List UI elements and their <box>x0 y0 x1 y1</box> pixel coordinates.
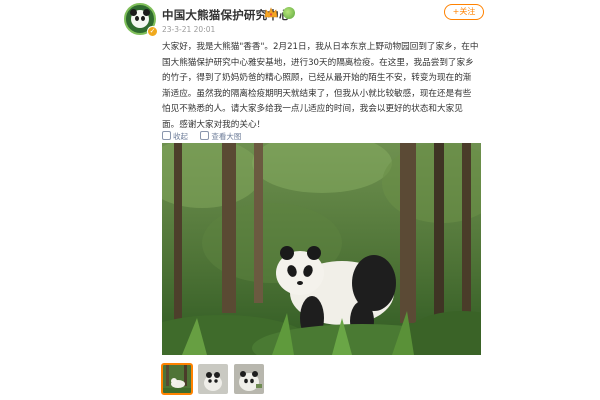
thumbnail-1[interactable] <box>161 363 193 395</box>
left-gutter <box>0 0 114 400</box>
image-actions: 收起 查看大图 <box>162 131 251 142</box>
thumbnail-2[interactable] <box>198 364 228 394</box>
panda-photo-image <box>162 143 481 355</box>
follow-button[interactable]: +关注 <box>444 4 484 20</box>
post-text-line: 国大熊猫保护研究中心雅安基地，进行30天的隔离检疫。在这里，我品尝到了家乡 <box>162 57 474 68</box>
thumbnail-3[interactable] <box>234 364 264 394</box>
weibo-post-card: ✓ 中国大熊猫保护研究中心 23-3-21 20:01 +关注 大家好，我是大熊… <box>114 0 492 400</box>
post-text: 大家好，我是大熊猫"香香"。2月21日，我从日本东京上野动物园回到了家乡，在中 … <box>162 40 480 134</box>
panda-photo[interactable] <box>162 143 481 355</box>
right-gutter <box>492 0 600 400</box>
green-dot-badge-icon <box>283 7 295 19</box>
post-text-line: 的竹子，得到了奶妈奶爸的精心照顾，已经从最开始的陌生不安，转变为现在的渐 <box>162 73 472 84</box>
collapse-action[interactable]: 收起 <box>162 131 188 142</box>
post-timestamp[interactable]: 23-3-21 20:01 <box>162 25 215 34</box>
view-large-icon <box>200 131 210 140</box>
verified-badge-icon: ✓ <box>147 26 158 37</box>
post-text-line: 大家好，我是大熊猫"香香"。2月21日，我从日本东京上野动物园回到了家乡，在中 <box>162 42 479 52</box>
crown-badge-icon <box>264 7 278 18</box>
view-large-action[interactable]: 查看大图 <box>200 131 241 142</box>
post-text-line: 怕见不熟悉的人。请大家多给我一点儿适应的时间，我会以更好的状态和大家见 <box>162 104 463 115</box>
collapse-icon <box>162 131 171 140</box>
post-text-line: 渐适应。虽然我的隔离检疫期明天就结束了，但我从小就比较敏感，现在还是有些 <box>162 88 472 99</box>
